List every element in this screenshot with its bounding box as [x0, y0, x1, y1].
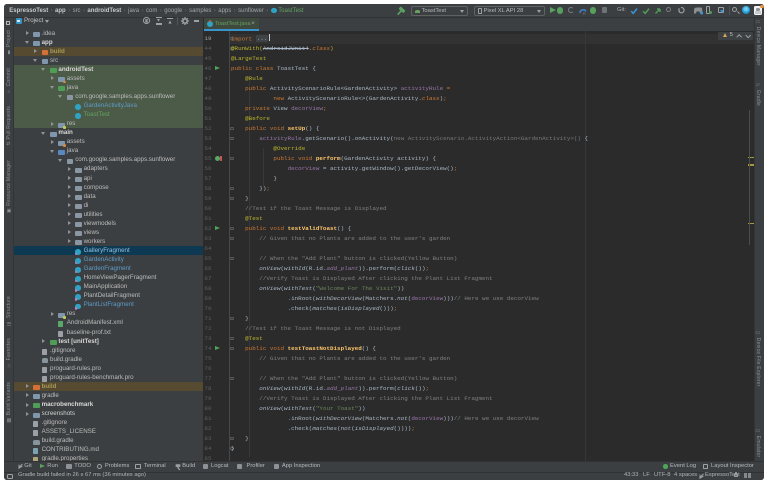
- svg-text:n: n: [583, 10, 585, 15]
